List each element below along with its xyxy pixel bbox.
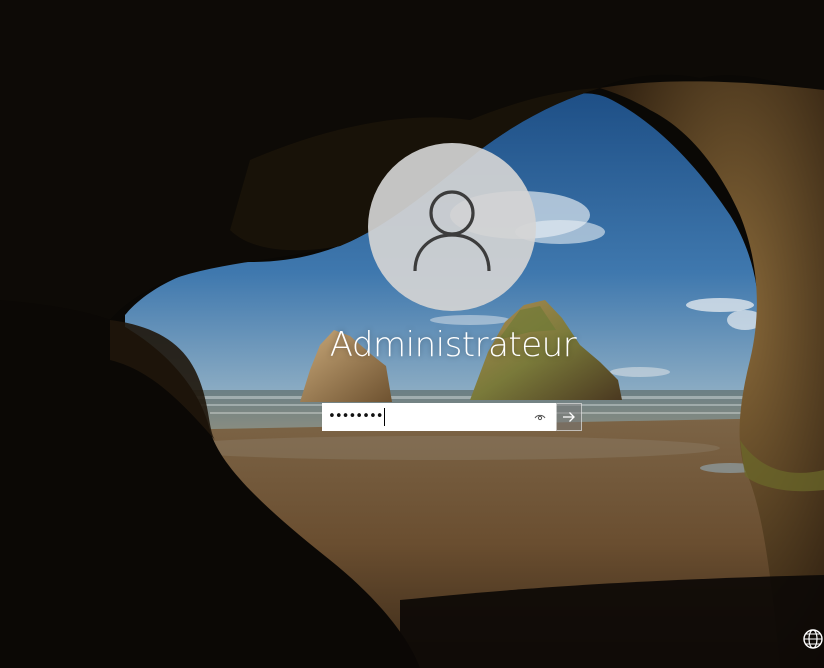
user-name: Administrateur <box>329 325 577 365</box>
password-value: •••••••• <box>328 409 384 424</box>
reveal-password-button[interactable] <box>530 409 550 425</box>
eye-icon <box>534 414 546 421</box>
user-icon <box>413 190 491 272</box>
password-field[interactable]: •••••••• <box>322 403 556 431</box>
password-row: •••••••• <box>322 403 582 431</box>
submit-button[interactable] <box>556 403 582 431</box>
network-globe-icon <box>803 629 823 649</box>
user-avatar <box>368 143 536 311</box>
lock-screen: Administrateur •••••••• <box>0 0 824 668</box>
network-button[interactable] <box>802 626 824 652</box>
text-caret <box>383 408 385 426</box>
arrow-right-icon <box>563 412 575 422</box>
